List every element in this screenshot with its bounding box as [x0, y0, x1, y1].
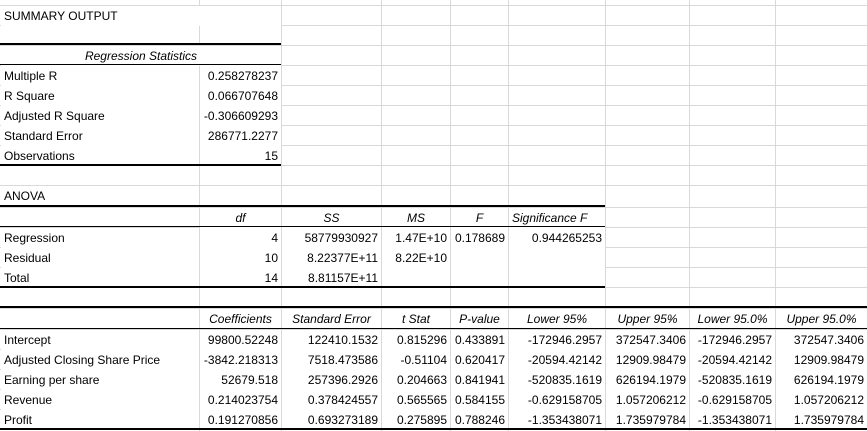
table-top-border: [0, 306, 867, 308]
stat-value[interactable]: 286771.2277: [200, 126, 281, 146]
anova-value[interactable]: [451, 268, 508, 288]
coefficient-value[interactable]: 0.565565: [382, 390, 450, 410]
anova-value[interactable]: 0.944265253: [509, 228, 605, 248]
anova-header[interactable]: F: [451, 208, 508, 228]
coefficients-header[interactable]: Upper 95.0%: [776, 309, 867, 329]
coefficient-value[interactable]: 12909.98479: [776, 350, 867, 370]
coefficient-value[interactable]: -3842.218313: [200, 350, 281, 370]
coefficient-row-label[interactable]: Intercept: [1, 330, 199, 350]
anova-row-label[interactable]: Regression: [1, 228, 199, 248]
coefficients-header[interactable]: t Stat: [382, 309, 450, 329]
coefficient-value[interactable]: 372547.3406: [776, 330, 867, 350]
coefficient-value[interactable]: 0.275895: [382, 410, 450, 430]
coefficient-value[interactable]: 626194.1979: [606, 370, 689, 390]
coefficient-value[interactable]: 99800.52248: [200, 330, 281, 350]
coefficient-value[interactable]: 0.191270856: [200, 410, 281, 430]
coefficient-value[interactable]: -172946.2957: [509, 330, 605, 350]
anova-value[interactable]: 0.178689: [451, 228, 508, 248]
coefficient-value[interactable]: -20594.42142: [690, 350, 775, 370]
coefficient-value[interactable]: 122410.1532: [282, 330, 381, 350]
stat-label[interactable]: Multiple R: [1, 66, 199, 86]
anova-value[interactable]: 10: [200, 248, 281, 268]
coefficients-header[interactable]: Coefficients: [200, 309, 281, 329]
coefficient-value[interactable]: -20594.42142: [509, 350, 605, 370]
coefficient-value[interactable]: 626194.1979: [776, 370, 867, 390]
anova-value[interactable]: [509, 248, 605, 268]
stat-value[interactable]: 15: [200, 146, 281, 166]
coefficient-value[interactable]: 52679.518: [200, 370, 281, 390]
coefficient-value[interactable]: 1.735979784: [606, 410, 689, 430]
coefficient-value[interactable]: -1.353438071: [509, 410, 605, 430]
coefficient-value[interactable]: -0.629158705: [509, 390, 605, 410]
anova-value[interactable]: [382, 268, 450, 288]
coefficient-value[interactable]: 372547.3406: [606, 330, 689, 350]
anova-value[interactable]: 1.47E+10: [382, 228, 450, 248]
coefficient-value[interactable]: 7518.473586: [282, 350, 381, 370]
coefficient-value[interactable]: 1.057206212: [776, 390, 867, 410]
coefficient-value[interactable]: 0.204663: [382, 370, 450, 390]
table-top-border: [0, 43, 281, 45]
coefficients-header[interactable]: Standard Error: [282, 309, 381, 329]
coefficient-value[interactable]: -1.353438071: [690, 410, 775, 430]
stat-value[interactable]: 0.258278237: [200, 66, 281, 86]
stat-label[interactable]: R Square: [1, 86, 199, 106]
coefficient-value[interactable]: 0.584155: [451, 390, 508, 410]
table-top-border: [0, 205, 605, 207]
stat-label[interactable]: Standard Error: [1, 126, 199, 146]
coefficient-value[interactable]: -520835.1619: [690, 370, 775, 390]
coefficient-value[interactable]: 0.693273189: [282, 410, 381, 430]
coefficients-header[interactable]: Lower 95%: [509, 309, 605, 329]
anova-header[interactable]: SS: [282, 208, 381, 228]
anova-value[interactable]: 8.81157E+11: [282, 268, 381, 288]
coefficients-header[interactable]: P-value: [451, 309, 508, 329]
anova-row-label[interactable]: Total: [1, 268, 199, 288]
table-bottom-border: [0, 164, 281, 166]
anova-title[interactable]: ANOVA: [1, 186, 199, 206]
coefficient-value[interactable]: 257396.2926: [282, 370, 381, 390]
coefficient-value[interactable]: -0.51104: [382, 350, 450, 370]
stat-label[interactable]: Adjusted R Square: [1, 106, 199, 126]
regression-statistics-header[interactable]: Regression Statistics: [1, 46, 281, 66]
anova-value[interactable]: 58779930927: [282, 228, 381, 248]
table-bottom-border: [0, 286, 605, 288]
summary-output-title[interactable]: SUMMARY OUTPUT: [1, 6, 281, 26]
anova-value[interactable]: 4: [200, 228, 281, 248]
coefficient-row-label[interactable]: Profit: [1, 410, 199, 430]
coefficient-value[interactable]: -172946.2957: [690, 330, 775, 350]
anova-header[interactable]: Significance F: [509, 208, 605, 228]
coefficient-row-label[interactable]: Earning per share: [1, 370, 199, 390]
coefficient-value[interactable]: 0.815296: [382, 330, 450, 350]
coefficient-value[interactable]: 0.214023754: [200, 390, 281, 410]
coefficient-row-label[interactable]: Adjusted Closing Share Price: [1, 350, 199, 370]
coefficient-value[interactable]: 0.841941: [451, 370, 508, 390]
anova-value[interactable]: 8.22377E+11: [282, 248, 381, 268]
coefficient-value[interactable]: 0.433891: [451, 330, 508, 350]
coefficient-value[interactable]: 0.378424557: [282, 390, 381, 410]
coefficient-value[interactable]: -520835.1619: [509, 370, 605, 390]
anova-header[interactable]: MS: [382, 208, 450, 228]
anova-value[interactable]: 14: [200, 268, 281, 288]
spreadsheet-grid[interactable]: SUMMARY OUTPUT Regression Statistics Multi…: [0, 0, 867, 431]
coefficient-row-label[interactable]: Revenue: [1, 390, 199, 410]
coefficients-header[interactable]: Lower 95.0%: [690, 309, 775, 329]
table-bottom-border: [0, 428, 867, 430]
coefficient-value[interactable]: 1.735979784: [776, 410, 867, 430]
header-bottom-border: [0, 226, 605, 227]
header-bottom-border: [0, 64, 281, 65]
coefficient-value[interactable]: 0.620417: [451, 350, 508, 370]
anova-value[interactable]: [509, 268, 605, 288]
coefficient-value[interactable]: 12909.98479: [606, 350, 689, 370]
stat-value[interactable]: -0.306609293: [200, 106, 281, 126]
coefficient-value[interactable]: 1.057206212: [606, 390, 689, 410]
stat-value[interactable]: 0.066707648: [200, 86, 281, 106]
coefficient-value[interactable]: -0.629158705: [690, 390, 775, 410]
coefficient-value[interactable]: 0.788246: [451, 410, 508, 430]
anova-row-label[interactable]: Residual: [1, 248, 199, 268]
anova-value[interactable]: [451, 248, 508, 268]
header-bottom-border: [0, 328, 867, 329]
anova-value[interactable]: 8.22E+10: [382, 248, 450, 268]
stat-label[interactable]: Observations: [1, 146, 199, 166]
anova-header[interactable]: df: [200, 208, 281, 228]
coefficients-header[interactable]: Upper 95%: [606, 309, 689, 329]
